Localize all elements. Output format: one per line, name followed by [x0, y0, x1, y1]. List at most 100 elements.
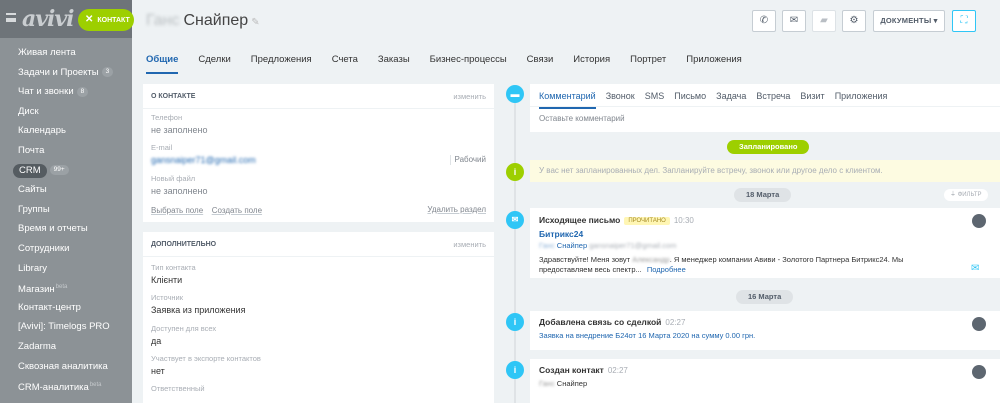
sidebar-item[interactable]: Задачи и Проекты 3	[0, 63, 132, 83]
tab[interactable]: Связи	[527, 54, 554, 74]
tab[interactable]: Приложения	[686, 54, 742, 74]
phone-field: Телефон не заполнено	[151, 113, 208, 135]
sidebar-item[interactable]: Сайты	[0, 180, 132, 200]
sidebar-item-label: Магазин	[18, 284, 55, 296]
comment-input[interactable]: Оставьте комментарий	[530, 107, 1000, 130]
export-field: Участвует в экспорте контактов нет	[151, 354, 261, 376]
menu-icon[interactable]	[6, 13, 16, 22]
email-value[interactable]: gansnaiper71@gmail.com	[151, 155, 256, 165]
reply-icon[interactable]: ✉	[971, 263, 979, 274]
contact-button[interactable]: ✕ контакт	[78, 9, 134, 31]
comment-tab[interactable]: Визит	[800, 91, 824, 107]
date-separator: 18 Марта	[734, 188, 792, 202]
chat-icon: ▰	[820, 15, 828, 26]
link-event-card: Добавлена связь со сделкой 02:27 Заявка н…	[530, 311, 1000, 350]
comment-tab[interactable]: Письмо	[674, 91, 706, 107]
avatar[interactable]	[972, 317, 986, 331]
tab[interactable]: Сделки	[198, 54, 230, 74]
about-edit-link[interactable]: изменить	[453, 92, 486, 101]
sidebar-item[interactable]: Почта	[0, 141, 132, 161]
chat-button[interactable]: ▰	[812, 10, 836, 32]
sidebar-item-label: CRM-аналитика	[18, 382, 89, 394]
email-sender[interactable]: Ганс Снайпер gansnaiper71@gmail.com	[539, 241, 676, 250]
choose-field-link[interactable]: Выбрать поле	[151, 206, 203, 215]
planned-empty-notice: У вас нет запланированных дел. Запланиру…	[530, 160, 1000, 182]
tab[interactable]: Общие	[146, 54, 179, 74]
comment-tab[interactable]: Задача	[716, 91, 746, 107]
sidebar-item[interactable]: Календарь	[0, 121, 132, 141]
email-field: E-mail gansnaiper71@gmail.com Рабочий	[151, 143, 486, 165]
sidebar-item[interactable]: Живая лента	[0, 43, 132, 63]
sidebar-item-label: Группы	[18, 203, 50, 215]
tab[interactable]: Портрет	[630, 54, 666, 74]
more-link[interactable]: Подробнее	[647, 265, 686, 274]
sidebar-item[interactable]: Время и отчеты	[0, 219, 132, 239]
avatar[interactable]	[972, 214, 986, 228]
comment-tab[interactable]: Звонок	[606, 91, 635, 107]
tab[interactable]: История	[573, 54, 610, 74]
sidebar-item[interactable]: Контакт-центр	[0, 298, 132, 318]
comment-tab[interactable]: Приложения	[835, 91, 888, 107]
phone-label: Телефон	[151, 113, 183, 122]
email-subject-link[interactable]: Битрикс24	[539, 229, 583, 239]
email-body: Здравствуйте! Меня зовут Александр. Я ме…	[539, 255, 959, 275]
comment-tab[interactable]: Встреча	[756, 91, 790, 107]
created-event-card: Создан контакт 02:27 Ганс Снайпер	[530, 359, 1000, 403]
sidebar-item[interactable]: CRM-аналитикаbeta	[0, 376, 132, 396]
responsible-label: Ответственный	[151, 384, 205, 393]
responsible-field: Ответственный	[151, 384, 205, 393]
fullscreen-icon: ⛶	[960, 15, 968, 26]
comment-tab[interactable]: Комментарий	[539, 91, 596, 109]
documents-button[interactable]: Документы ▾	[873, 10, 945, 32]
tab[interactable]: Предложения	[251, 54, 312, 74]
additional-edit-link[interactable]: изменить	[453, 240, 486, 249]
gear-icon: ⚙	[849, 15, 859, 26]
created-event-time: 02:27	[607, 366, 628, 375]
entity-tabs: Общие Сделки Предложения Счета Заказы Бизнес-…	[146, 54, 762, 74]
created-contact-name: Ганс Снайпер	[539, 379, 587, 388]
email-event-title: Исходящее письмо	[539, 215, 621, 225]
avatar[interactable]	[972, 365, 986, 379]
comment-icon: ▬	[506, 85, 524, 103]
chevron-down-icon: ▾	[933, 16, 938, 25]
additional-heading: Дополнительно	[151, 240, 217, 248]
sidebar-item[interactable]: Сотрудники	[0, 239, 132, 259]
planned-badge: Запланировано	[727, 140, 810, 154]
sidebar-item[interactable]: Library	[0, 259, 132, 279]
deal-link[interactable]: Заявка на внедрение Б24от 16 Марта 2020 …	[539, 331, 755, 340]
sidebar-item[interactable]: Чат и звонки 8	[0, 82, 132, 102]
sidebar-item-label: Живая лента	[18, 47, 76, 58]
company-logo[interactable]: avivi	[22, 6, 75, 32]
email-event-time: 10:30	[673, 216, 694, 225]
field-actions: Выбрать поле Создать поле	[151, 205, 262, 215]
filter-button[interactable]: ⏚ Фильтр	[944, 189, 988, 201]
sidebar-item[interactable]: Сквозная аналитика	[0, 357, 132, 377]
pencil-icon[interactable]: ✎	[251, 17, 259, 28]
phone-button[interactable]: ✆	[752, 10, 776, 32]
sidebar-item[interactable]: Диск	[0, 102, 132, 122]
about-card-header: О контакте изменить	[143, 84, 494, 109]
sidebar-item[interactable]: [Avivi]: Timelogs PRO	[0, 317, 132, 337]
tab[interactable]: Заказы	[378, 54, 410, 74]
email-button[interactable]: ✉	[782, 10, 806, 32]
phone-icon: ✆	[759, 15, 769, 26]
tab[interactable]: Счета	[332, 54, 358, 74]
contact-type-label: Тип контакта	[151, 263, 196, 272]
export-label: Участвует в экспорте контактов	[151, 354, 261, 363]
info-icon: i	[506, 361, 524, 379]
sidebar-item-label: Диск	[18, 105, 39, 117]
sidebar-item[interactable]: CRM 99+	[0, 161, 132, 181]
file-value: не заполнено	[151, 186, 208, 196]
sidebar-item[interactable]: Zadarma	[0, 337, 132, 357]
counter-badge: 8	[76, 86, 89, 97]
create-field-link[interactable]: Создать поле	[212, 206, 262, 215]
expand-button[interactable]: ⛶	[952, 10, 976, 32]
comment-tab[interactable]: SMS	[645, 91, 665, 107]
sidebar-item[interactable]: Магазинbeta	[0, 278, 132, 298]
link-event-time: 02:27	[665, 318, 686, 327]
created-last-name: Снайпер	[556, 379, 588, 388]
sidebar-item[interactable]: Группы	[0, 200, 132, 220]
tab[interactable]: Бизнес-процессы	[430, 54, 507, 74]
settings-button[interactable]: ⚙	[842, 10, 866, 32]
delete-section-link[interactable]: Удалить раздел	[427, 205, 486, 214]
